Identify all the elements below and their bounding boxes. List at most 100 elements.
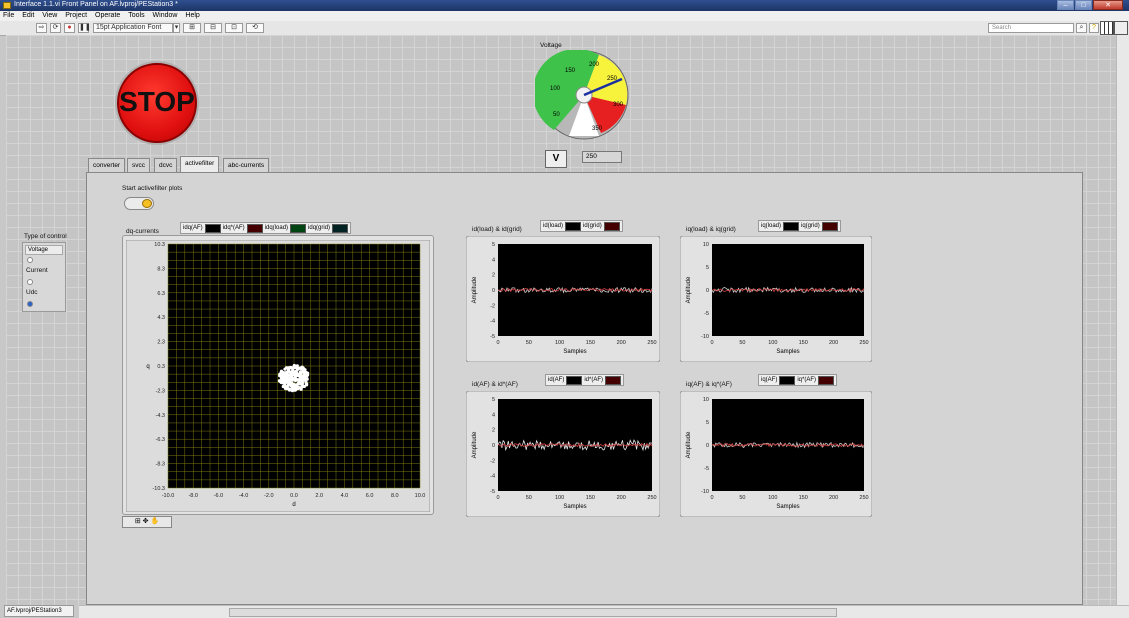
menu-tools[interactable]: Tools (128, 12, 144, 19)
graph-legend[interactable]: id(AF) id*(AF) (545, 374, 625, 386)
distribute-objects-icon[interactable]: ⊟ (204, 23, 222, 33)
connector-pane-icon[interactable] (1100, 21, 1114, 35)
data-point (300, 381, 304, 385)
y-tick-label: -5 (704, 311, 709, 317)
x-tick-label: 200 (829, 495, 838, 501)
x-tick-label: 150 (799, 340, 808, 346)
run-arrow-icon[interactable]: ⇨ (36, 23, 47, 33)
x-axis-label: d (292, 502, 295, 508)
run-continuously-icon[interactable]: ⟳ (50, 23, 61, 33)
legend-label: id(grid) (583, 223, 602, 229)
xy-graph-legend[interactable]: idq(AF) idq*(AF) idq(load) idq(grid) (180, 222, 352, 234)
minimize-button[interactable]: – (1057, 0, 1074, 10)
reorder-icon[interactable]: ⟲ (246, 23, 264, 33)
tab-activefilter[interactable]: activefilter (180, 156, 220, 172)
x-axis-label: Samples (776, 504, 799, 510)
font-select-dropdown-icon[interactable]: ▾ (173, 23, 180, 33)
y-tick-label: -5 (704, 466, 709, 472)
legend-swatch (246, 223, 263, 233)
legend-label: iq(AF) (761, 377, 778, 383)
stop-button[interactable]: STOP (117, 63, 197, 143)
y-tick-label: -4 (490, 319, 495, 325)
graph-palette[interactable]: ⊞ ✥ ✋ (122, 516, 172, 528)
legend-swatch (605, 375, 622, 385)
menu-file[interactable]: File (3, 12, 14, 19)
graph-legend[interactable]: iq(AF) iq*(AF) (758, 374, 838, 386)
x-tick-label: 0 (496, 495, 499, 501)
radio-voltage[interactable]: Voltage (25, 245, 63, 255)
resize-objects-icon[interactable]: ⊡ (225, 23, 243, 33)
scroll-thumb[interactable] (229, 608, 837, 617)
abort-icon[interactable]: ● (64, 23, 75, 33)
x-tick-label: -6.0 (214, 493, 223, 499)
menu-project[interactable]: Project (65, 12, 87, 19)
radio-current-indicator[interactable] (27, 279, 33, 285)
graph-title: id(AF) & id*(AF) (472, 381, 518, 388)
legend-label: idq(grid) (308, 225, 331, 231)
menu-edit[interactable]: Edit (22, 12, 34, 19)
graph-iqaf-iqaf-ref[interactable]: 1050-5-100 50 100 150 200 250SamplesAmplitude (680, 391, 872, 517)
x-tick-label: 50 (739, 340, 745, 346)
legend-swatch (603, 221, 620, 231)
graph-title: iq(load) & iq(grid) (686, 226, 736, 233)
legend-label: id*(AF) (584, 377, 604, 383)
menu-view[interactable]: View (42, 12, 57, 19)
y-tick-label: 2.3 (157, 340, 165, 346)
menu-window[interactable]: Window (153, 12, 178, 19)
data-point (292, 372, 297, 376)
legend-swatch (332, 223, 349, 233)
radio-voltage-indicator[interactable] (27, 257, 33, 263)
align-objects-icon[interactable]: ⊞ (183, 23, 201, 33)
maximize-button[interactable]: □ (1075, 0, 1092, 10)
voltage-numeric-indicator: 250 (582, 151, 622, 163)
menu-operate[interactable]: Operate (95, 12, 120, 19)
x-tick-label: 0 (496, 340, 499, 346)
menu-bar: File Edit View Project Operate Tools Win… (0, 11, 1129, 21)
x-tick-label: 0 (710, 340, 713, 346)
tab-dcvc[interactable]: dcvc (154, 158, 178, 172)
y-tick-label: 4 (492, 412, 495, 418)
y-tick-label: -10 (701, 489, 709, 495)
tab-converter[interactable]: converter (88, 158, 126, 172)
v-button[interactable]: V (545, 150, 567, 168)
search-input[interactable]: Search (988, 23, 1074, 33)
gauge-tick-100: 100 (550, 86, 561, 92)
start-activefilter-plots-toggle[interactable] (124, 197, 154, 210)
tab-abc-currents[interactable]: abc-currents (223, 158, 270, 172)
y-tick-label: 6.3 (157, 291, 165, 297)
search-icon[interactable]: ⌕ (1076, 23, 1087, 33)
help-icon[interactable]: ? (1089, 23, 1099, 33)
data-point (278, 374, 282, 378)
legend-swatch (783, 221, 800, 231)
graph-idaf-idaf-ref[interactable]: 5420-2-4-50 50 100 150 200 250SamplesAmplitud… (466, 391, 660, 517)
graph-legend[interactable]: id(load) id(grid) (540, 220, 623, 232)
graph-idload-idgrid[interactable]: 5420-2-4-50 50 100 150 200 250SamplesAmplitud… (466, 236, 660, 362)
horizontal-scrollbar[interactable] (79, 605, 1129, 618)
x-tick-label: 250 (859, 495, 868, 501)
radio-udc-indicator[interactable] (27, 301, 33, 307)
y-tick-label: 10 (703, 397, 709, 403)
graph-iqload-iqgrid[interactable]: 1050-5-100 50 100 150 200 250SamplesAmplitude (680, 236, 872, 362)
x-tick-label: -8.0 (188, 493, 197, 499)
graph-title: id(load) & id(grid) (472, 226, 522, 233)
menu-help[interactable]: Help (185, 12, 199, 19)
y-tick-label: -8.3 (156, 462, 165, 468)
x-tick-label: 250 (859, 340, 868, 346)
pause-icon[interactable]: ❚❚ (78, 23, 91, 33)
legend-label: id(load) (543, 223, 564, 229)
y-tick-label: -2 (490, 303, 495, 309)
tab-svcc[interactable]: svcc (127, 158, 150, 172)
vi-icon[interactable] (1114, 21, 1128, 35)
vertical-scrollbar[interactable] (1116, 35, 1129, 605)
graph-legend[interactable]: iq(load) iq(grid) (758, 220, 841, 232)
x-tick-label: -2.0 (264, 493, 273, 499)
gauge-label: Voltage (540, 42, 562, 49)
dq-currents-xy-graph[interactable]: -10.0 -8.0 -6.0 -4.0 -2.0 0.0 2.0 4.0 6.0 8.0 10.0… (126, 240, 430, 512)
radio-current-label[interactable]: Current (26, 267, 48, 274)
close-button[interactable]: ✕ (1093, 0, 1123, 10)
radio-udc-label[interactable]: Udc (26, 289, 38, 296)
legend-label: iq(load) (761, 223, 782, 229)
x-tick-label: 200 (617, 495, 626, 501)
font-select[interactable]: 15pt Application Font (93, 23, 173, 33)
project-status-tab[interactable]: AF.lvproj/PEStation3 (4, 605, 74, 617)
